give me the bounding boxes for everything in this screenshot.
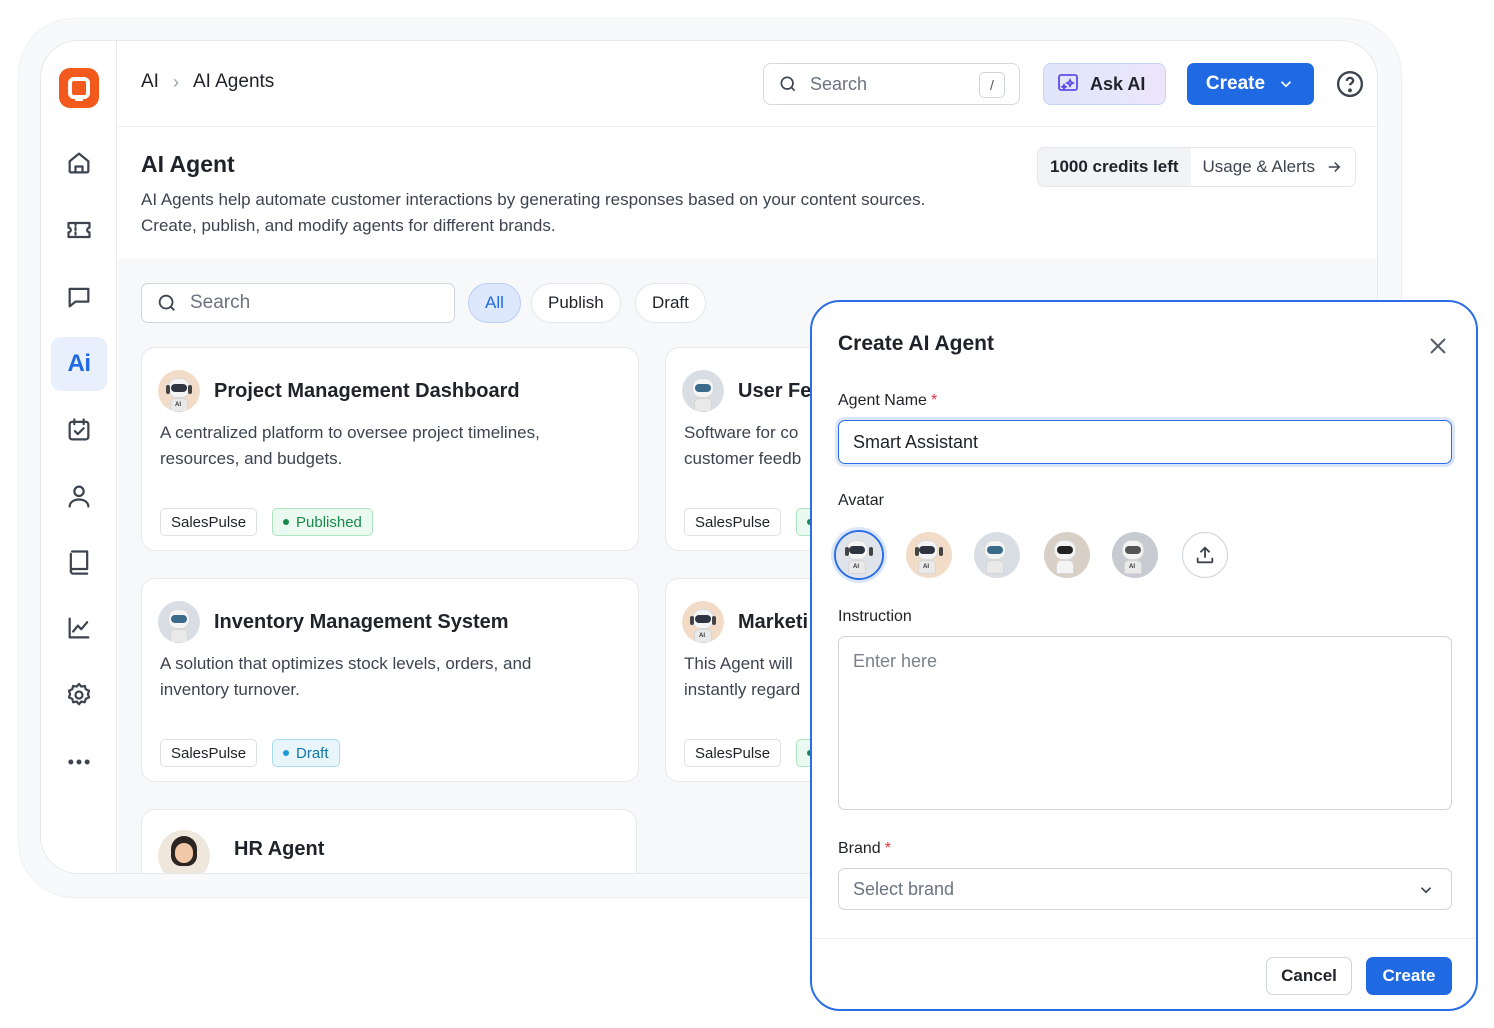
avatar-option-1[interactable]: AI xyxy=(834,530,884,580)
page-description: AI Agents help automate customer interac… xyxy=(141,190,926,235)
sidebar: Ai xyxy=(41,41,117,873)
breadcrumb: AI › AI Agents xyxy=(141,71,274,93)
avatar-option-4[interactable] xyxy=(1042,530,1092,580)
usage-alerts-link[interactable]: Usage & Alerts xyxy=(1190,148,1355,186)
close-icon[interactable] xyxy=(1426,334,1450,358)
settings-gear-icon[interactable] xyxy=(51,668,107,722)
chat-icon[interactable] xyxy=(51,270,107,324)
avatar-option-2[interactable]: AI xyxy=(904,530,954,580)
more-icon[interactable] xyxy=(51,735,107,789)
agent-name-label: Agent Name * xyxy=(838,392,938,409)
agent-card-title: Marketi xyxy=(738,611,809,633)
chevron-down-icon xyxy=(1280,81,1292,88)
ticket-icon[interactable] xyxy=(51,203,107,257)
cancel-button[interactable]: Cancel xyxy=(1266,957,1352,995)
robot-avatar-icon: AI xyxy=(682,601,724,643)
breadcrumb-ai-agents: AI Agents xyxy=(192,71,275,92)
help-icon[interactable] xyxy=(1335,69,1365,99)
search-icon xyxy=(780,76,796,92)
brand-tag: SalesPulse xyxy=(160,739,258,767)
robot-avatar-icon xyxy=(682,370,724,412)
agent-card-description: A centralized platform to oversee projec… xyxy=(160,423,540,468)
agent-search-input[interactable]: Search xyxy=(141,283,455,323)
filter-chip-draft[interactable]: Draft xyxy=(635,283,706,323)
search-placeholder: Search xyxy=(810,73,868,94)
create-label: Create xyxy=(1205,73,1266,94)
brand-select[interactable]: Select brand xyxy=(838,868,1452,910)
instruction-label: Instruction xyxy=(838,608,912,625)
status-dot-icon xyxy=(283,519,289,525)
create-dropdown-button[interactable]: Create xyxy=(1187,63,1314,105)
filter-chip-publish[interactable]: Publish xyxy=(531,283,621,323)
agent-card[interactable]: HR Agent xyxy=(141,809,637,873)
brand-tag: SalesPulse xyxy=(160,508,258,536)
status-badge: Draft xyxy=(272,739,340,767)
ai-icon: Ai xyxy=(67,350,92,377)
instruction-placeholder: Enter here xyxy=(853,651,938,671)
modal-title: Create AI Agent xyxy=(838,332,994,355)
task-icon[interactable] xyxy=(51,403,107,457)
agent-name-value: Smart Assistant xyxy=(853,431,979,452)
user-icon[interactable] xyxy=(51,469,107,523)
agent-card-description: A solution that optimizes stock levels, … xyxy=(160,654,532,699)
ask-ai-button[interactable]: Ask AI xyxy=(1043,63,1166,105)
app-logo[interactable] xyxy=(59,68,99,108)
credits-left: 1000 credits left xyxy=(1038,148,1191,186)
ai-agents-nav[interactable]: Ai xyxy=(51,337,107,391)
status-label: Draft xyxy=(296,744,329,762)
avatar-option-5[interactable]: AI xyxy=(1110,530,1160,580)
agent-card[interactable]: AI Project Management Dashboard A centra… xyxy=(141,347,639,551)
analytics-icon[interactable] xyxy=(51,601,107,655)
avatar-label: Avatar xyxy=(838,492,884,509)
arrow-right-icon xyxy=(1328,161,1341,173)
create-agent-button[interactable]: Create xyxy=(1366,957,1452,995)
sparkle-chat-icon xyxy=(1058,74,1078,91)
search-shortcut-key: / xyxy=(979,72,1005,98)
brand-tag: SalesPulse xyxy=(684,508,782,536)
status-dot-icon xyxy=(283,750,289,756)
search-icon xyxy=(158,294,175,311)
usage-alerts-label: Usage & Alerts xyxy=(1202,157,1315,176)
breadcrumb-ai[interactable]: AI xyxy=(141,71,159,93)
brand-placeholder: Select brand xyxy=(853,878,955,899)
upload-icon xyxy=(1196,546,1214,564)
page-title: AI Agent xyxy=(141,151,235,177)
book-icon[interactable] xyxy=(51,535,107,589)
chevron-down-icon xyxy=(1420,887,1432,894)
robot-avatar-icon: AI xyxy=(158,370,200,412)
agent-card[interactable]: Inventory Management System A solution t… xyxy=(141,578,639,782)
agent-card-title: User Fe xyxy=(738,380,812,402)
top-header: AI › AI Agents Search / Ask AI Create xyxy=(117,41,1377,127)
avatar-option-3[interactable] xyxy=(972,530,1022,580)
header-search-input[interactable]: Search / xyxy=(763,63,1020,105)
credits-box: 1000 credits left Usage & Alerts xyxy=(1037,147,1356,187)
chevron-right-icon: › xyxy=(172,71,179,92)
robot-avatar-icon xyxy=(158,601,200,643)
person-avatar-icon xyxy=(158,830,210,873)
create-agent-modal: Create AI Agent Agent Name * Smart Assist… xyxy=(810,300,1478,1011)
filter-chip-all[interactable]: All xyxy=(468,283,521,323)
status-badge: Published xyxy=(272,508,373,536)
agent-name-input[interactable]: Smart Assistant xyxy=(838,420,1452,464)
agent-card-title: HR Agent xyxy=(234,838,325,860)
agent-card-title: Inventory Management System xyxy=(214,611,509,633)
instruction-textarea[interactable]: Enter here xyxy=(838,636,1452,810)
brand-label: Brand * xyxy=(838,840,891,857)
status-label: Published xyxy=(296,513,362,531)
agent-card-title: Project Management Dashboard xyxy=(214,380,520,402)
upload-avatar-button[interactable] xyxy=(1182,532,1228,578)
brand-tag: SalesPulse xyxy=(684,739,782,767)
ask-ai-label: Ask AI xyxy=(1090,73,1146,94)
agent-search-placeholder: Search xyxy=(190,292,251,313)
modal-footer: Cancel Create xyxy=(812,938,1476,1009)
home-icon[interactable] xyxy=(51,136,107,190)
